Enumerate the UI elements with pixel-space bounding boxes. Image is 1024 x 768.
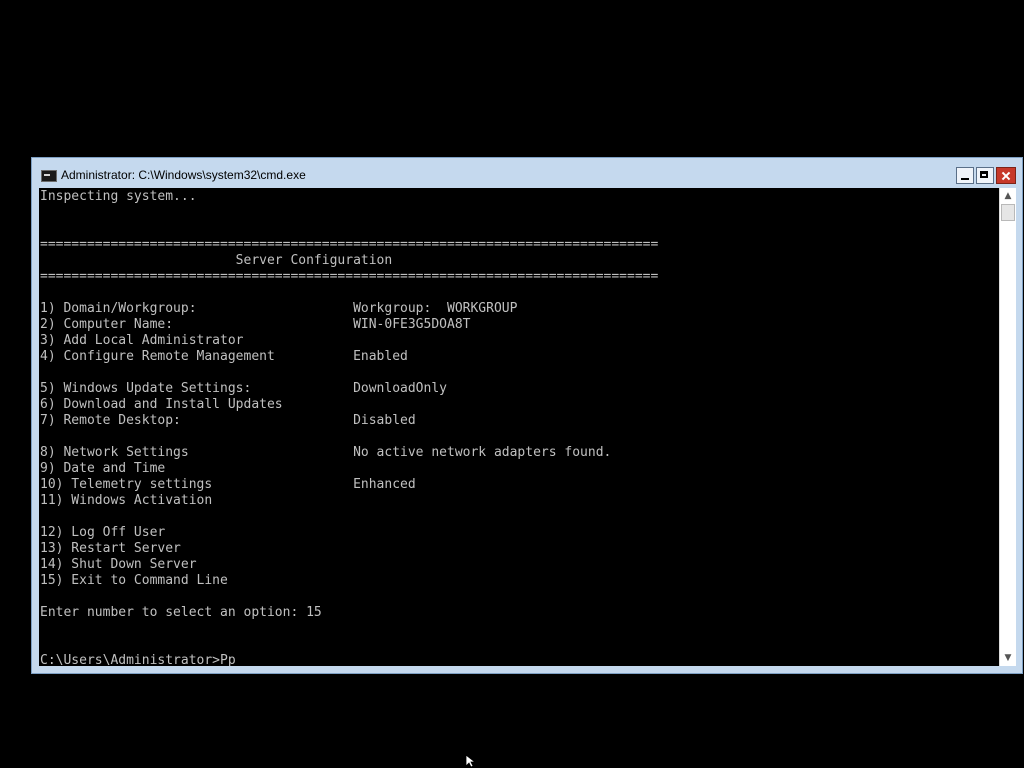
console-heading: Server Configuration — [40, 253, 393, 268]
vertical-scrollbar[interactable]: ▲ ▼ — [999, 188, 1016, 666]
mouse-pointer-icon — [465, 755, 477, 768]
menu-option: 7) Remote Desktop: Disabled — [40, 413, 416, 428]
menu-option: 8) Network Settings No active network ad… — [40, 445, 612, 460]
menu-option: 9) Date and Time — [40, 461, 166, 476]
cmd-window: Administrator: C:\Windows\system32\cmd.e… — [31, 157, 1023, 674]
scrollbar-thumb[interactable] — [1001, 204, 1015, 221]
menu-option: 15) Exit to Command Line — [40, 573, 228, 588]
menu-option: 5) Windows Update Settings: DownloadOnly — [40, 381, 447, 396]
menu-option: 10) Telemetry settings Enhanced — [40, 477, 416, 492]
scroll-up-arrow-icon[interactable]: ▲ — [1000, 188, 1016, 204]
menu-option: 1) Domain/Workgroup: Workgroup: WORKGROU… — [40, 301, 518, 316]
console-separator: ========================================… — [40, 237, 659, 252]
scroll-down-arrow-icon[interactable]: ▼ — [1000, 650, 1016, 666]
menu-option: 12) Log Off User — [40, 525, 166, 540]
menu-option: 3) Add Local Administrator — [40, 333, 244, 348]
window-title: Administrator: C:\Windows\system32\cmd.e… — [61, 168, 306, 182]
close-button[interactable] — [996, 167, 1016, 184]
command-prompt[interactable]: C:\Users\Administrator>Pp — [40, 653, 236, 666]
console-line: Inspecting system... — [40, 189, 197, 204]
console-output[interactable]: Inspecting system... ===================… — [39, 188, 999, 666]
menu-option: 2) Computer Name: WIN-0FE3G5DOA8T — [40, 317, 471, 332]
console-separator: ========================================… — [40, 269, 659, 284]
menu-option: 13) Restart Server — [40, 541, 181, 556]
menu-option: 14) Shut Down Server — [40, 557, 197, 572]
maximize-button[interactable] — [976, 167, 994, 184]
menu-option: 11) Windows Activation — [40, 493, 213, 508]
option-prompt: Enter number to select an option: 15 — [40, 605, 322, 620]
title-bar[interactable]: Administrator: C:\Windows\system32\cmd.e… — [32, 158, 1022, 188]
minimize-button[interactable] — [956, 167, 974, 184]
menu-option: 6) Download and Install Updates — [40, 397, 283, 412]
console-app-icon[interactable] — [41, 170, 57, 182]
menu-option: 4) Configure Remote Management Enabled — [40, 349, 408, 364]
